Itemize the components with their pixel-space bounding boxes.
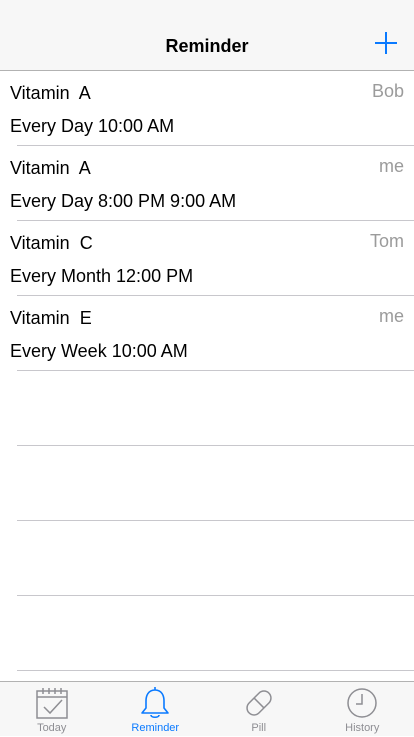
schedule-text: Every Month 12:00 PM	[10, 265, 193, 287]
tab-reminder[interactable]: Reminder	[104, 682, 208, 737]
tab-label: Reminder	[104, 722, 208, 735]
tab-label: History	[311, 722, 414, 735]
schedule-text: Every Day 10:00 AM	[10, 115, 174, 137]
tab-history[interactable]: History	[311, 682, 414, 737]
reminder-list: Vitamin A Bob Every Day 10:00 AM Vitamin…	[0, 71, 414, 681]
medicine-name: Vitamin C	[10, 232, 93, 254]
list-item[interactable]: Vitamin C Tom Every Month 12:00 PM	[0, 221, 414, 296]
pill-icon	[242, 686, 276, 720]
empty-row	[0, 521, 414, 596]
list-item[interactable]: Vitamin E me Every Week 10:00 AM	[0, 296, 414, 371]
tab-label: Today	[0, 722, 104, 735]
row-divider	[17, 670, 414, 671]
owner-name: me	[379, 155, 404, 177]
empty-row	[0, 446, 414, 521]
page-title: Reminder	[0, 35, 414, 57]
bell-icon	[138, 686, 172, 720]
calendar-check-icon	[35, 686, 69, 720]
owner-name: Tom	[370, 230, 404, 252]
empty-row	[0, 596, 414, 671]
clock-icon	[345, 686, 379, 720]
empty-row	[0, 371, 414, 446]
tab-bar: Today Reminder Pill History	[0, 681, 414, 736]
schedule-text: Every Week 10:00 AM	[10, 340, 188, 362]
list-item[interactable]: Vitamin A me Every Day 8:00 PM 9:00 AM	[0, 146, 414, 221]
list-item[interactable]: Vitamin A Bob Every Day 10:00 AM	[0, 71, 414, 146]
medicine-name: Vitamin E	[10, 307, 92, 329]
medicine-name: Vitamin A	[10, 157, 91, 179]
medicine-name: Vitamin A	[10, 82, 91, 104]
schedule-text: Every Day 8:00 PM 9:00 AM	[10, 190, 236, 212]
tab-pill[interactable]: Pill	[207, 682, 311, 737]
navigation-bar: Reminder	[0, 0, 414, 71]
owner-name: me	[379, 305, 404, 327]
add-reminder-button[interactable]	[374, 31, 398, 55]
tab-today[interactable]: Today	[0, 682, 104, 737]
tab-label: Pill	[207, 722, 311, 735]
owner-name: Bob	[372, 80, 404, 102]
